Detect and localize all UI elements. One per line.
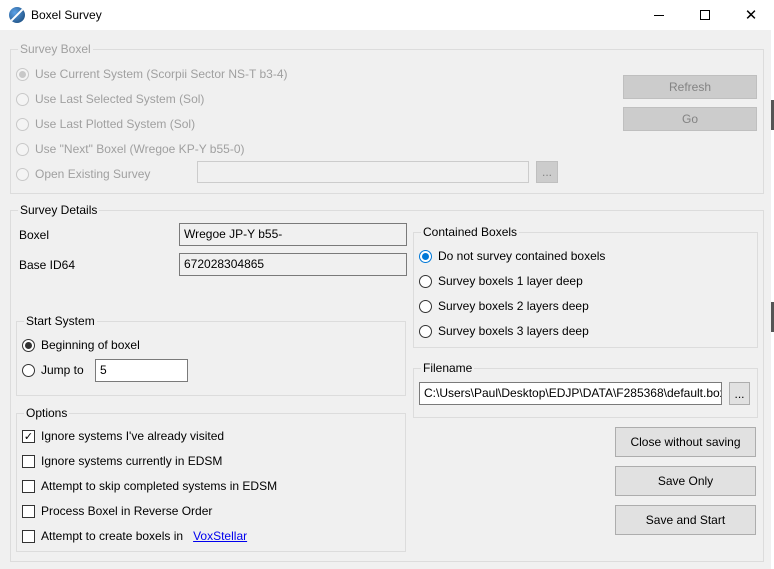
radio-label: Survey boxels 3 layers deep: [438, 324, 589, 338]
checkbox-reverse-order[interactable]: Process Boxel in Reverse Order: [22, 502, 212, 520]
radio-label: Use Last Selected System (Sol): [35, 92, 205, 106]
radio-indicator: [16, 142, 29, 156]
filename-browse-button[interactable]: ...: [729, 382, 750, 405]
radio-use-current-system[interactable]: Use Current System (Scorpii Sector NS-T …: [16, 65, 288, 83]
radio-jump-to[interactable]: Jump to: [22, 361, 84, 379]
contained-boxels-legend: Contained Boxels: [421, 225, 520, 239]
base-id64-field[interactable]: 672028304865: [179, 253, 407, 276]
save-and-start-button[interactable]: Save and Start: [615, 505, 756, 535]
radio-indicator: [419, 324, 432, 338]
radio-open-existing-survey[interactable]: Open Existing Survey: [16, 165, 150, 183]
radio-label: Survey boxels 2 layers deep: [438, 299, 589, 313]
existing-survey-path-input[interactable]: [197, 161, 529, 183]
radio-2-layers[interactable]: Survey boxels 2 layers deep: [419, 297, 589, 315]
checkbox-label: Attempt to create boxels in: [41, 529, 184, 543]
close-icon: ✕: [744, 6, 758, 24]
jump-to-input[interactable]: 5: [95, 359, 188, 382]
survey-boxel-legend: Survey Boxel: [18, 42, 93, 56]
checkbox-label: Ignore systems currently in EDSM: [41, 454, 223, 468]
start-system-group: Start System: [16, 314, 406, 396]
save-only-button[interactable]: Save Only: [615, 466, 756, 496]
app-icon: [9, 7, 25, 23]
radio-label: Beginning of boxel: [41, 338, 140, 352]
radio-label: Survey boxels 1 layer deep: [438, 274, 583, 288]
base-id64-label: Base ID64: [19, 258, 76, 272]
title-bar: Boxel Survey ✕: [0, 0, 774, 30]
checkbox-label: Process Boxel in Reverse Order: [41, 504, 213, 518]
radio-label: Use "Next" Boxel (Wregoe KP-Y b55-0): [35, 142, 245, 156]
radio-use-last-selected[interactable]: Use Last Selected System (Sol): [16, 90, 204, 108]
radio-label: Use Last Plotted System (Sol): [35, 117, 196, 131]
radio-indicator: [16, 117, 29, 131]
radio-label: Open Existing Survey: [35, 167, 151, 181]
check-icon: ✓: [22, 429, 35, 443]
checkbox-box: [22, 454, 35, 468]
checkbox-ignore-visited[interactable]: ✓ Ignore systems I've already visited: [22, 427, 224, 445]
filename-legend: Filename: [421, 361, 475, 375]
checkbox-ignore-edsm[interactable]: Ignore systems currently in EDSM: [22, 452, 222, 470]
close-window-button[interactable]: ✕: [728, 0, 774, 30]
radio-use-last-plotted[interactable]: Use Last Plotted System (Sol): [16, 115, 195, 133]
minimize-button[interactable]: [636, 0, 682, 30]
radio-beginning-of-boxel[interactable]: Beginning of boxel: [22, 336, 140, 354]
start-system-legend: Start System: [24, 314, 97, 328]
window-title: Boxel Survey: [31, 8, 102, 22]
boxel-label: Boxel: [19, 228, 50, 242]
voxstellar-link[interactable]: VoxStellar: [193, 529, 247, 543]
checkbox-label: Ignore systems I've already visited: [41, 429, 225, 443]
radio-indicator: [16, 167, 29, 181]
radio-label: Do not survey contained boxels: [438, 249, 606, 263]
radio-1-layer[interactable]: Survey boxels 1 layer deep: [419, 272, 583, 290]
checkbox-create-boxels[interactable]: Attempt to create boxels in VoxStellar: [22, 527, 247, 545]
radio-indicator: [419, 299, 432, 313]
radio-indicator: [419, 249, 432, 263]
go-button[interactable]: Go: [623, 107, 757, 131]
close-without-saving-button[interactable]: Close without saving: [615, 427, 756, 457]
refresh-button[interactable]: Refresh: [623, 75, 757, 99]
radio-indicator: [16, 67, 29, 81]
radio-indicator: [419, 274, 432, 288]
maximize-button[interactable]: [682, 0, 728, 30]
radio-label: Use Current System (Scorpii Sector NS-T …: [35, 67, 288, 81]
radio-indicator: [16, 92, 29, 106]
radio-no-contained[interactable]: Do not survey contained boxels: [419, 247, 605, 265]
radio-indicator: [22, 363, 35, 377]
radio-3-layers[interactable]: Survey boxels 3 layers deep: [419, 322, 589, 340]
boxel-field[interactable]: Wregoe JP-Y b55-: [179, 223, 407, 246]
maximize-icon: [700, 10, 710, 20]
checkbox-label: Attempt to skip completed systems in EDS…: [41, 479, 278, 493]
existing-survey-browse-button[interactable]: ...: [536, 161, 558, 183]
checkbox-box: [22, 529, 35, 543]
radio-indicator: [22, 338, 35, 352]
radio-label: Jump to: [41, 363, 84, 377]
checkbox-skip-completed[interactable]: Attempt to skip completed systems in EDS…: [22, 477, 277, 495]
radio-use-next-boxel[interactable]: Use "Next" Boxel (Wregoe KP-Y b55-0): [16, 140, 245, 158]
minimize-icon: [654, 14, 664, 16]
checkbox-box: [22, 504, 35, 518]
filename-input[interactable]: C:\Users\Paul\Desktop\EDJP\DATA\F285368\…: [419, 382, 722, 405]
checkbox-box: [22, 479, 35, 493]
survey-details-legend: Survey Details: [18, 203, 100, 217]
options-legend: Options: [24, 406, 70, 420]
